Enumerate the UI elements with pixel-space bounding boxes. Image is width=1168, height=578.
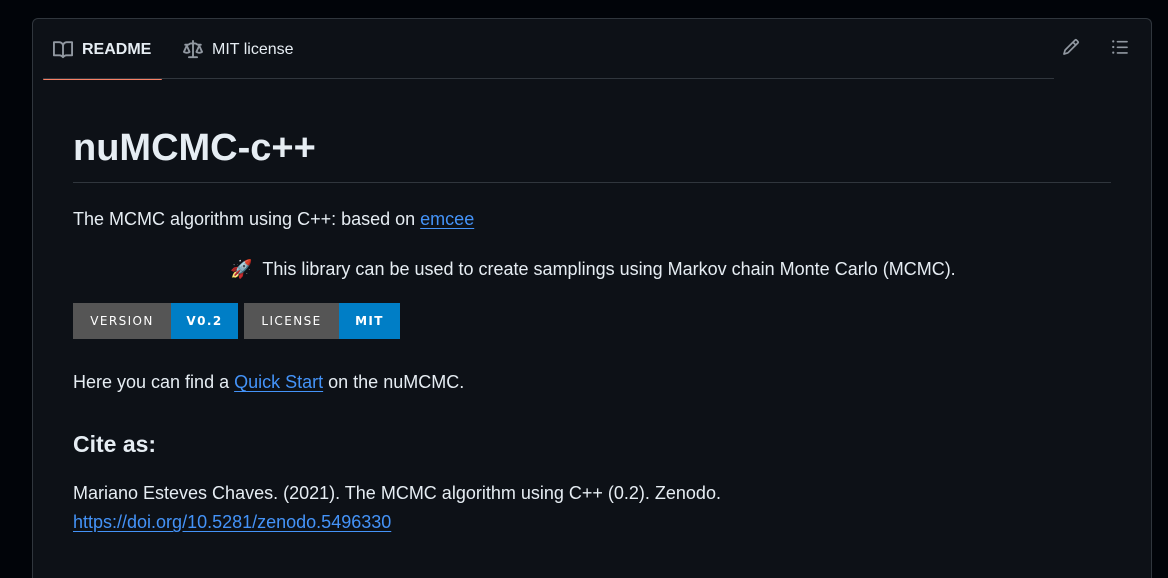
quickstart-suffix: on the nuMCMC. (323, 372, 465, 392)
quick-start-link[interactable]: Quick Start (234, 372, 323, 392)
citation-paragraph: Mariano Esteves Chaves. (2021). The MCMC… (73, 480, 721, 506)
version-badge-value: V0.2 (171, 303, 238, 339)
quickstart-prefix: Here you can find a (73, 372, 235, 392)
tagline-paragraph: 🚀 This library can be used to create sam… (73, 256, 1113, 282)
pencil-icon (1062, 38, 1080, 61)
license-badge-value: MIT (339, 303, 400, 339)
emcee-link[interactable]: emcee (420, 209, 474, 229)
version-badge-label: VERSION (73, 303, 171, 339)
tab-bar-divider (43, 78, 1054, 79)
tagline-text: This library can be used to create sampl… (262, 259, 956, 279)
book-icon (53, 40, 73, 60)
intro-paragraph: The MCMC algorithm using C++: based on e… (73, 206, 474, 232)
license-badge-label: LICENSE (244, 303, 339, 339)
readme-panel: README MIT license nuMCMC-c++ The MCMC a… (32, 18, 1152, 578)
license-badge[interactable]: LICENSE MIT (244, 303, 400, 339)
tab-bar: README MIT license (33, 19, 1151, 80)
tab-license[interactable]: MIT license (181, 19, 294, 80)
doi-link[interactable]: https://doi.org/10.5281/zenodo.5496330 (73, 512, 391, 532)
tab-readme[interactable]: README (43, 19, 162, 80)
list-unordered-icon (1111, 38, 1129, 61)
tab-readme-label: README (82, 40, 152, 58)
rocket-emoji: 🚀 (230, 259, 253, 279)
outline-button[interactable] (1110, 39, 1130, 59)
version-badge[interactable]: VERSION V0.2 (73, 303, 238, 339)
intro-text: The MCMC algorithm using C++: based on (73, 209, 421, 229)
citation-text: Mariano Esteves Chaves. (2021). The MCMC… (73, 483, 721, 503)
title-divider (73, 182, 1111, 183)
doi-paragraph: https://doi.org/10.5281/zenodo.5496330 (73, 509, 391, 535)
quickstart-paragraph: Here you can find a Quick Start on the n… (73, 369, 464, 395)
edit-file-button[interactable] (1061, 38, 1081, 61)
cite-heading: Cite as: (73, 431, 157, 457)
readme-title: nuMCMC-c++ (73, 127, 316, 169)
tab-license-label: MIT license (212, 40, 294, 58)
scale-icon (183, 39, 203, 60)
